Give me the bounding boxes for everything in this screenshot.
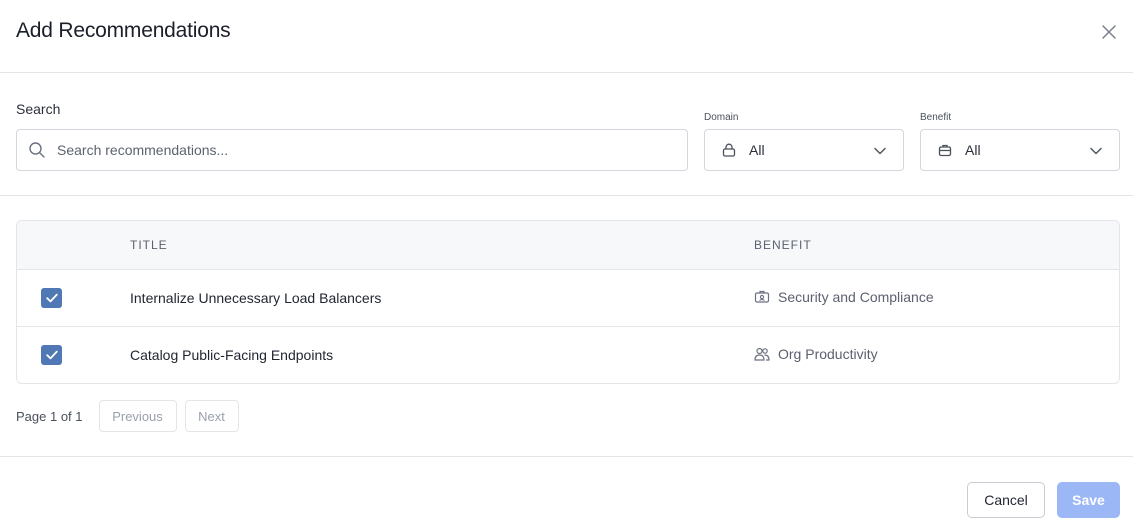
domain-select-value: All — [749, 142, 765, 158]
domain-select[interactable]: All — [704, 129, 904, 171]
chevron-down-icon — [1089, 144, 1103, 158]
chevron-down-icon — [873, 144, 887, 158]
search-label: Search — [16, 101, 61, 117]
lock-icon — [722, 143, 736, 157]
save-button[interactable]: Save — [1057, 482, 1120, 518]
row-benefit: Org Productivity — [754, 346, 878, 362]
table-row: Internalize Unnecessary Load Balancers S… — [17, 270, 1119, 327]
row-title: Catalog Public-Facing Endpoints — [130, 347, 334, 363]
page-info: Page 1 of 1 — [16, 408, 83, 424]
recommendations-table: TITLE BENEFIT Internalize Unnecessary Lo… — [16, 220, 1120, 384]
close-icon[interactable] — [1098, 21, 1120, 43]
column-header-title: TITLE — [130, 238, 168, 252]
row-title: Internalize Unnecessary Load Balancers — [130, 290, 382, 306]
benefit-select-value: All — [965, 142, 981, 158]
id-badge-icon — [754, 289, 770, 305]
users-icon — [754, 346, 770, 362]
dialog-header: Add Recommendations — [0, 0, 1133, 73]
table-header: TITLE BENEFIT — [17, 221, 1119, 270]
row-benefit-label: Org Productivity — [778, 346, 878, 362]
dialog-title: Add Recommendations — [16, 19, 231, 42]
filters-section: Search Domain All Benefit All — [0, 73, 1133, 196]
dialog-footer: Cancel Save — [0, 456, 1133, 531]
row-checkbox[interactable] — [41, 345, 62, 365]
table-row: Catalog Public-Facing Endpoints Org Prod… — [17, 327, 1119, 383]
next-button[interactable]: Next — [184, 400, 239, 432]
domain-label: Domain — [704, 112, 739, 123]
row-benefit: Security and Compliance — [754, 289, 934, 305]
cancel-button[interactable]: Cancel — [967, 482, 1045, 518]
briefcase-icon — [938, 143, 952, 157]
pagination: Page 1 of 1 Previous Next — [16, 400, 247, 432]
row-checkbox[interactable] — [41, 288, 62, 308]
previous-button[interactable]: Previous — [98, 400, 177, 432]
benefit-select[interactable]: All — [920, 129, 1120, 171]
search-field[interactable] — [16, 129, 688, 171]
row-benefit-label: Security and Compliance — [778, 289, 934, 305]
search-input[interactable] — [57, 142, 657, 158]
benefit-label: Benefit — [920, 112, 952, 123]
column-header-benefit: BENEFIT — [754, 238, 812, 252]
search-icon — [28, 141, 46, 159]
